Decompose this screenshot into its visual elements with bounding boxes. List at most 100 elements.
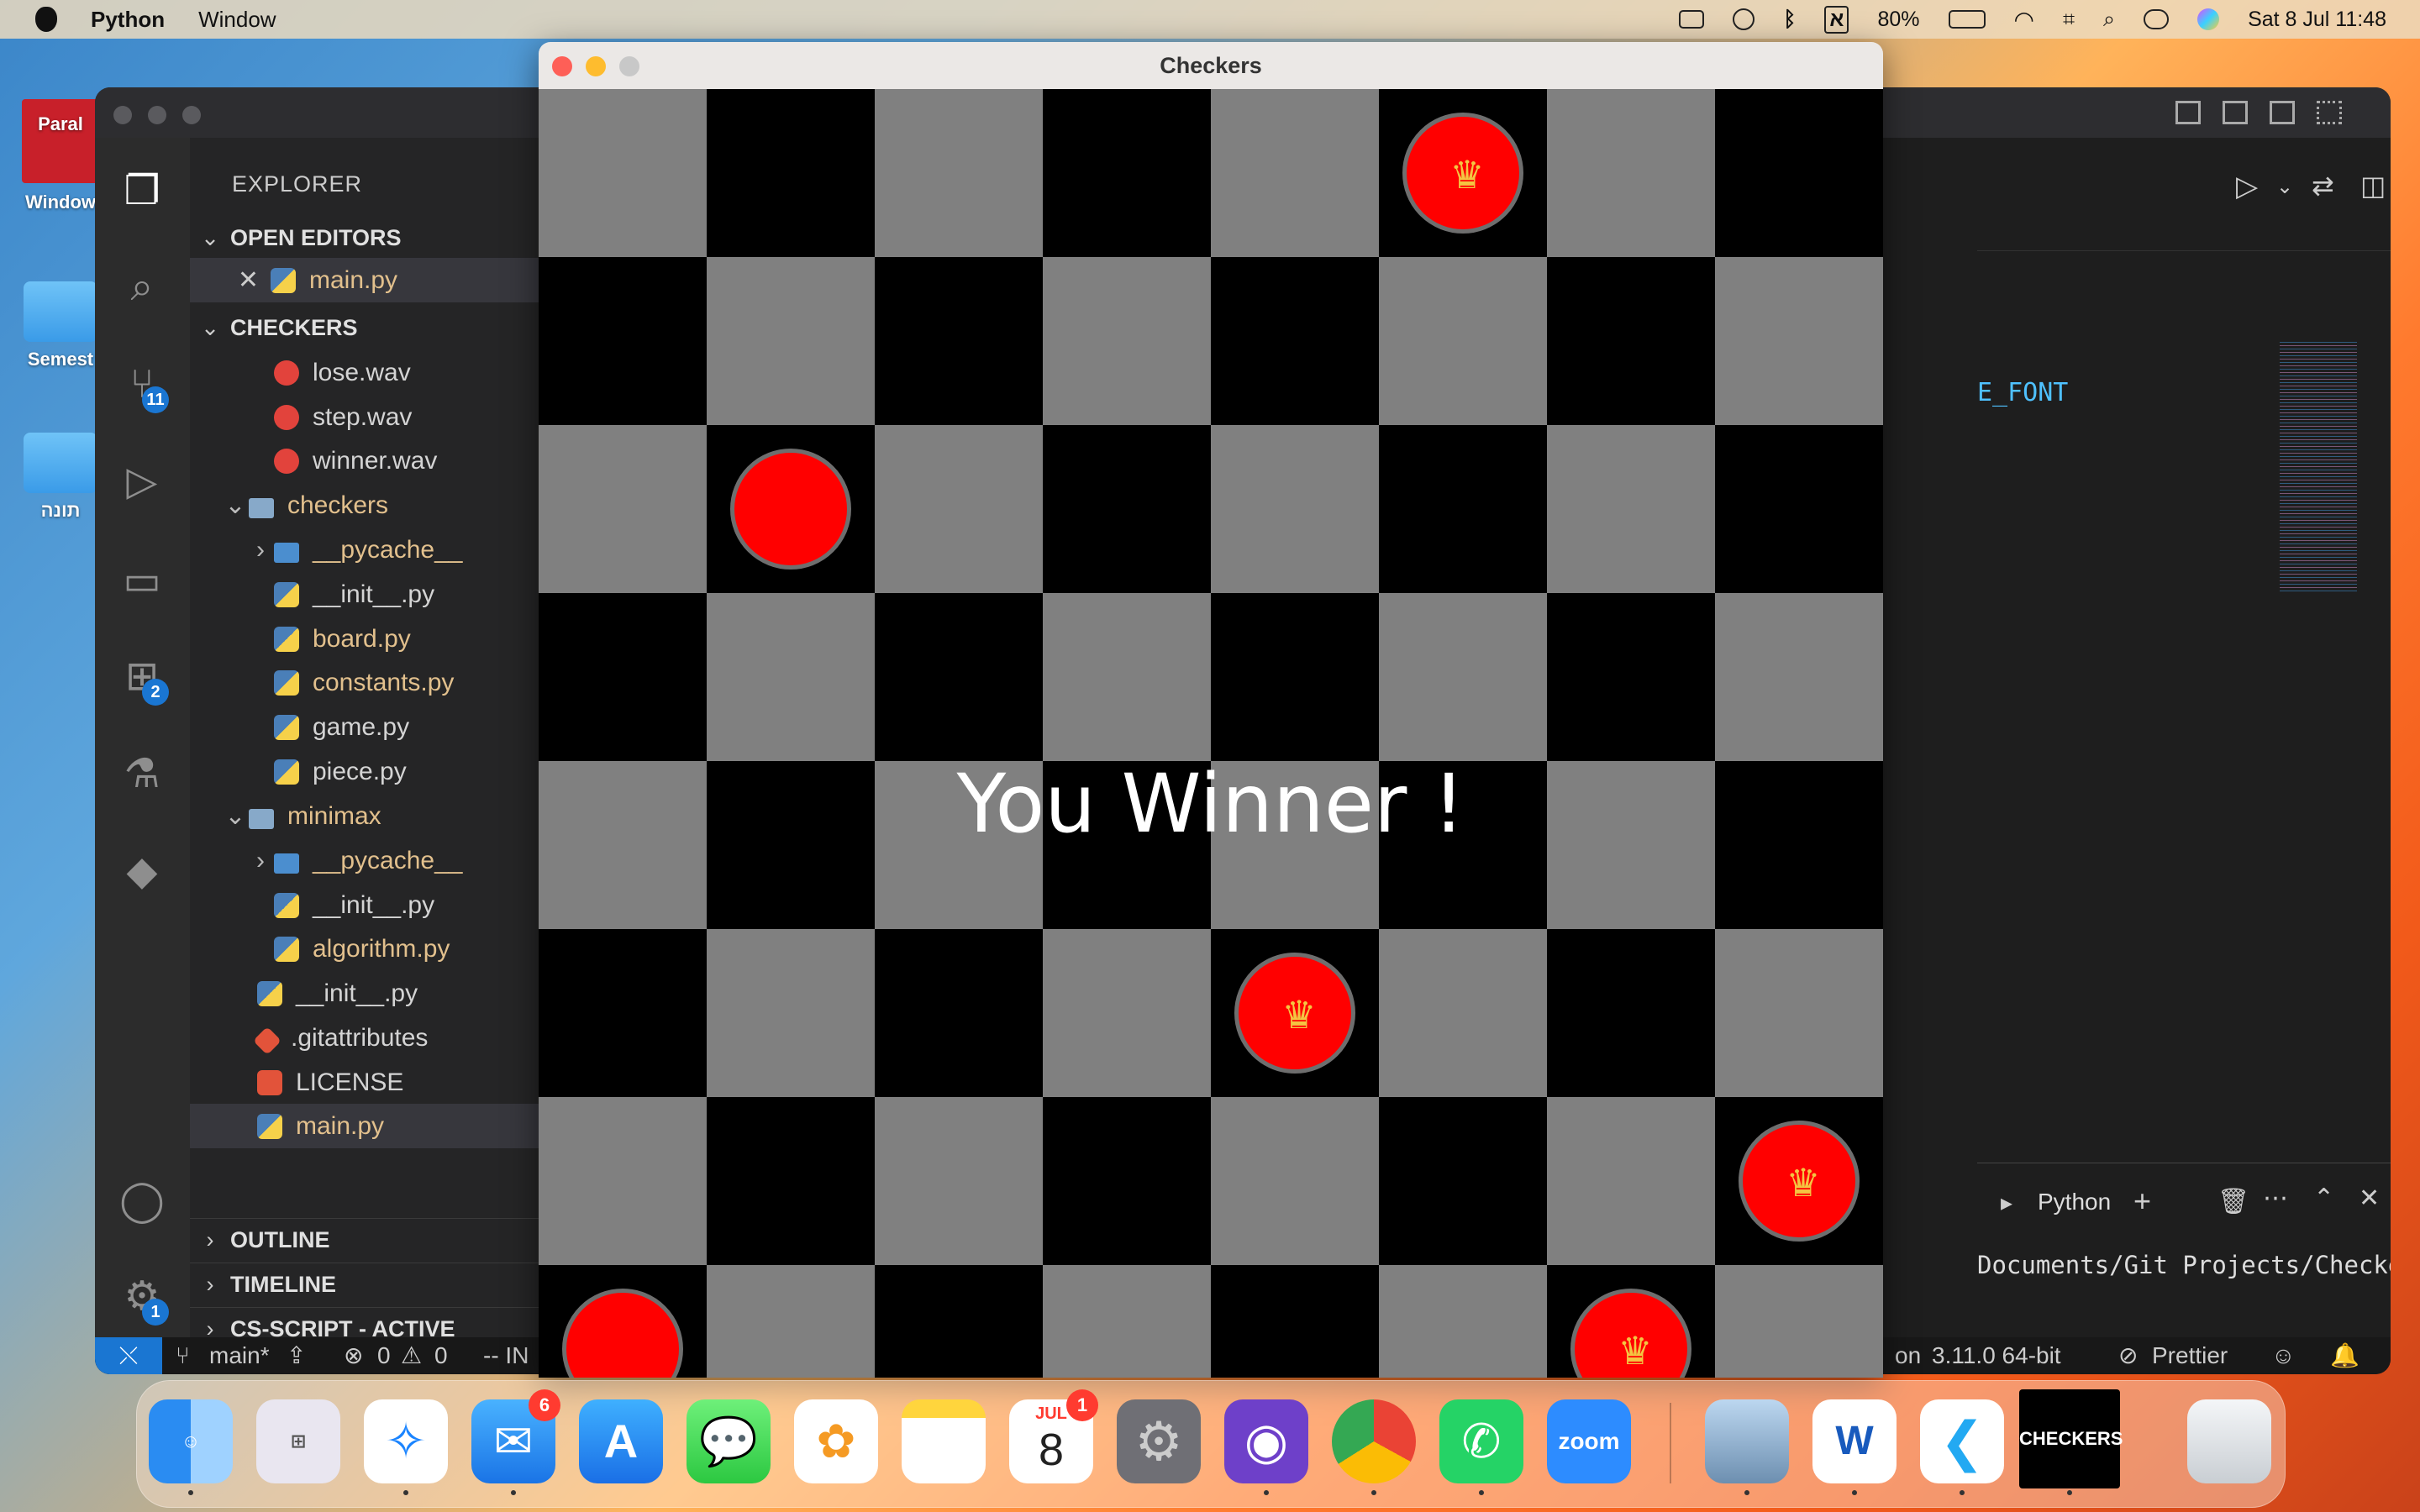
board-square[interactable]	[1043, 929, 1211, 1097]
zoom-icon[interactable]: zoom	[1547, 1399, 1631, 1483]
chevron-down-icon[interactable]: ⌄	[2276, 175, 2293, 199]
messages-icon[interactable]: 💬	[687, 1399, 771, 1483]
board-square[interactable]	[1547, 257, 1715, 425]
python-interpreter[interactable]: 3.11.0 64-bit	[1932, 1337, 2061, 1374]
board-square[interactable]	[1211, 89, 1379, 257]
board-square[interactable]	[1211, 593, 1379, 761]
board-square[interactable]	[707, 1265, 875, 1378]
account-icon[interactable]: ◯	[118, 1178, 166, 1225]
red-king-piece[interactable]: ♛	[1402, 113, 1523, 234]
word-icon[interactable]: W	[1812, 1399, 1897, 1483]
search-icon[interactable]: ⌕	[118, 264, 166, 311]
battery-icon[interactable]	[1948, 10, 1986, 29]
new-terminal-icon[interactable]: +	[2133, 1184, 2151, 1219]
siri-icon[interactable]	[2197, 8, 2220, 30]
board-square[interactable]	[1547, 593, 1715, 761]
board-square[interactable]	[1043, 89, 1211, 257]
board-square[interactable]	[1211, 257, 1379, 425]
board-square[interactable]	[1211, 1097, 1379, 1265]
board-square[interactable]	[875, 425, 1043, 593]
trash-icon[interactable]	[2187, 1399, 2271, 1483]
safari-icon[interactable]: ✧	[364, 1399, 448, 1483]
board-square[interactable]	[707, 1097, 875, 1265]
board-square[interactable]	[1379, 257, 1547, 425]
error-icon[interactable]: ⊗	[344, 1337, 363, 1374]
warning-icon[interactable]: ⚠	[401, 1337, 422, 1374]
board-square[interactable]	[539, 425, 707, 593]
close-panel-icon[interactable]: ✕	[2359, 1184, 2380, 1213]
window-menu[interactable]: Window	[198, 7, 276, 33]
board-square[interactable]	[875, 1265, 1043, 1378]
zoom-button[interactable]	[182, 106, 201, 124]
board-square[interactable]	[707, 929, 875, 1097]
board-square[interactable]	[1547, 1097, 1715, 1265]
customize-layout-icon[interactable]	[2317, 101, 2342, 124]
app-menu[interactable]: Python	[91, 7, 165, 33]
chrome-icon[interactable]	[1332, 1399, 1416, 1483]
close-button[interactable]	[113, 106, 132, 124]
control-center-icon[interactable]	[2144, 9, 2170, 29]
board-square[interactable]	[539, 1097, 707, 1265]
board-square[interactable]	[875, 593, 1043, 761]
notes-icon[interactable]	[902, 1399, 986, 1483]
explorer-icon[interactable]: ❐	[118, 168, 166, 215]
minimize-button[interactable]	[586, 56, 606, 76]
notifications-icon[interactable]: 🔔	[2330, 1337, 2360, 1374]
zoom-button[interactable]	[619, 56, 639, 76]
maximize-panel-icon[interactable]: ⌃	[2313, 1184, 2334, 1213]
language-mode[interactable]: on	[1895, 1337, 1921, 1374]
clock[interactable]: Sat 8 Jul 11:48	[2248, 8, 2386, 32]
prettier-status[interactable]: Prettier	[2152, 1337, 2228, 1374]
source-control-icon[interactable]: ⑂ 11	[118, 361, 169, 413]
board-square[interactable]	[1715, 89, 1883, 257]
github-desktop-icon[interactable]: ◉	[1224, 1399, 1308, 1483]
testing-icon[interactable]: ⚗	[118, 751, 166, 798]
remote-indicator-icon[interactable]: ⤬	[95, 1337, 162, 1374]
toggle-secondary-sidebar-icon[interactable]	[2270, 101, 2295, 124]
extensions-icon[interactable]: ⊞ 2	[118, 654, 169, 706]
apple-icon[interactable]	[35, 7, 57, 32]
desktop-parallels-icon[interactable]: Paral Window	[18, 99, 103, 213]
display-icon[interactable]	[1679, 10, 1705, 29]
wifi-icon[interactable]: ◠	[2014, 6, 2034, 34]
checkers-board[interactable]: ♛ ♛ ♛ ♛ You Winner !	[539, 89, 1883, 1378]
board-square[interactable]	[1379, 1097, 1547, 1265]
sync-icon[interactable]: ⇪	[287, 1337, 306, 1374]
warning-count[interactable]: 0	[434, 1337, 448, 1374]
board-square[interactable]	[1715, 1265, 1883, 1378]
trash-icon[interactable]: 🗑	[2217, 1187, 2249, 1216]
more-actions-icon[interactable]: ⋯	[2263, 1184, 2288, 1213]
toggle-panel-icon[interactable]	[2223, 101, 2248, 124]
board-square[interactable]	[1379, 1265, 1547, 1378]
red-king-piece[interactable]: ♛	[1234, 953, 1355, 1074]
red-piece[interactable]	[730, 449, 851, 570]
red-king-piece[interactable]: ♛	[1739, 1121, 1860, 1242]
error-count[interactable]: 0	[377, 1337, 391, 1374]
whatsapp-icon[interactable]: ✆	[1439, 1399, 1523, 1483]
checkers-app-icon[interactable]: CHECKERS	[2019, 1389, 2123, 1488]
board-square[interactable]	[1715, 593, 1883, 761]
minimize-button[interactable]	[148, 106, 166, 124]
board-square[interactable]	[1715, 257, 1883, 425]
minimap[interactable]	[2280, 339, 2357, 591]
run-debug-icon[interactable]: ▷	[118, 459, 166, 506]
board-square[interactable]	[539, 257, 707, 425]
board-square[interactable]	[1547, 89, 1715, 257]
board-square[interactable]	[539, 89, 707, 257]
desktop-folder-2[interactable]: תונה	[18, 433, 103, 522]
board-square[interactable]	[707, 257, 875, 425]
board-square[interactable]	[539, 593, 707, 761]
board-square[interactable]	[1211, 1265, 1379, 1378]
preview-icon[interactable]	[1705, 1399, 1789, 1483]
board-square[interactable]	[707, 593, 875, 761]
play-icon[interactable]	[1733, 8, 1755, 30]
input-source-icon[interactable]: א	[1824, 5, 1849, 34]
board-square[interactable]	[1043, 1265, 1211, 1378]
board-square[interactable]	[875, 929, 1043, 1097]
board-square[interactable]	[1715, 929, 1883, 1097]
airpods-icon[interactable]: ⌗	[2063, 8, 2075, 32]
toggle-sidebar-icon[interactable]	[2175, 101, 2201, 124]
board-square[interactable]	[1043, 425, 1211, 593]
close-icon[interactable]: ✕	[190, 258, 271, 302]
prettier-icon[interactable]: ⊘	[2118, 1337, 2138, 1374]
